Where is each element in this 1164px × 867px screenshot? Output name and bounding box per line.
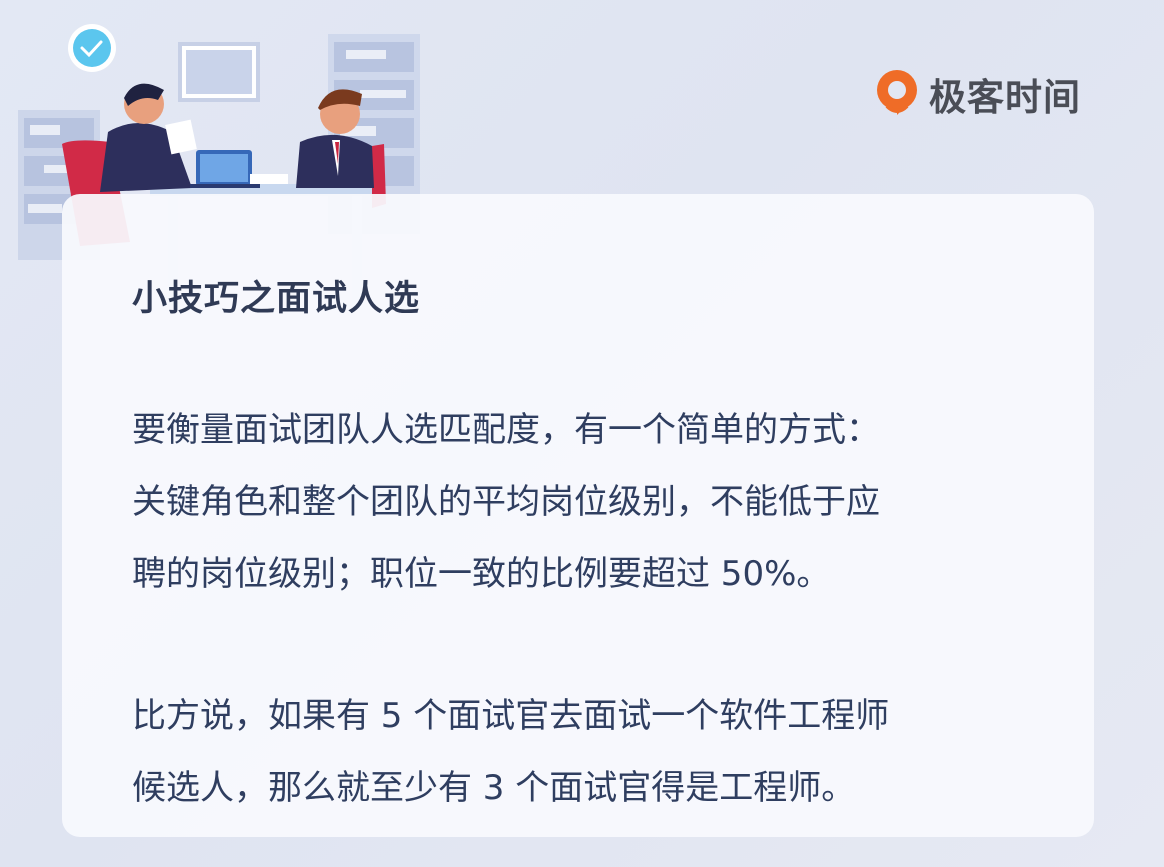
paragraph-line: 聘的岗位级别；职位一致的比例要超过 50%。 — [132, 554, 831, 594]
geektime-logo-icon — [877, 70, 917, 115]
brand-logo: 极客时间 — [873, 66, 1081, 122]
laptop-icon — [190, 150, 260, 188]
paragraph-1: 要衡量面试团队人选匹配度，有一个简单的方式： 关键角色和整个团队的平均岗位级别，… — [132, 394, 1052, 610]
paragraph-line: 关键角色和整个团队的平均岗位级别，不能低于应 — [132, 482, 880, 522]
paragraph-line: 比方说，如果有 5 个面试官去面试一个软件工程师 — [132, 696, 890, 736]
paragraph-line: 候选人，那么就至少有 3 个面试官得是工程师。 — [132, 768, 856, 808]
card-title: 小技巧之面试人选 — [132, 279, 421, 319]
paragraph-line: 要衡量面试团队人选匹配度，有一个简单的方式： — [132, 410, 880, 450]
paragraph-2: 比方说，如果有 5 个面试官去面试一个软件工程师 候选人，那么就至少有 3 个面… — [132, 680, 1052, 824]
tip-card: 小技巧之面试人选 要衡量面试团队人选匹配度，有一个简单的方式： 关键角色和整个团… — [62, 194, 1094, 837]
clock-icon — [68, 24, 116, 72]
brand-name: 极客时间 — [929, 76, 1081, 119]
